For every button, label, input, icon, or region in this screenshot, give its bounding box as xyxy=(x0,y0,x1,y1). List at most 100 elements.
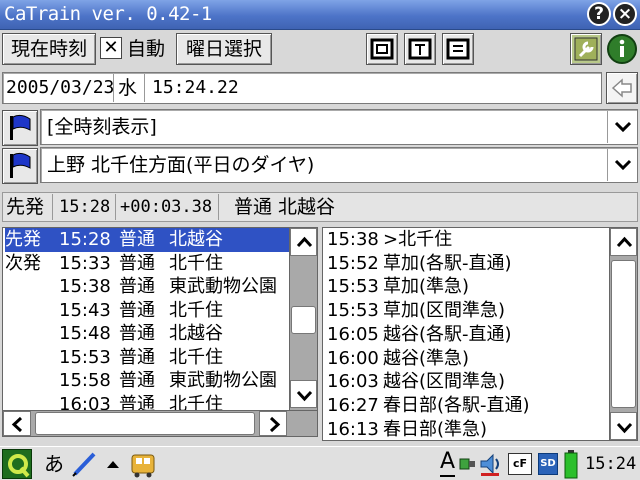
connection-time: 16:05 xyxy=(327,323,379,345)
connection-list[interactable]: 15:38 >北千住 15:52 草加(各駅-直通) 15:53 草加(準急) 15:53 草… xyxy=(322,227,638,441)
divider xyxy=(144,74,145,102)
back-button[interactable] xyxy=(606,72,638,104)
horizontal-scroll-thumb[interactable] xyxy=(35,412,255,435)
route-flag-button[interactable] xyxy=(2,148,38,184)
sd-card-indicator[interactable]: SD xyxy=(538,453,558,475)
current-date: 2005/03/23 xyxy=(6,77,115,98)
chevron-left-icon xyxy=(11,416,23,433)
departure-destination: 北越谷 xyxy=(169,229,223,250)
scroll-up-button[interactable] xyxy=(610,228,637,256)
arrow-left-icon xyxy=(611,78,632,98)
connection-row[interactable]: 15:53 草加(区間準急) xyxy=(325,299,607,323)
flag-icon xyxy=(10,114,31,140)
chevron-down-icon xyxy=(614,121,632,133)
time-filter-select[interactable]: [全時刻表示] xyxy=(40,109,638,145)
status-label: 先発 xyxy=(6,196,45,218)
connection-row[interactable]: 16:13 春日部(準急) xyxy=(325,418,607,440)
divider xyxy=(113,74,114,102)
scroll-down-button[interactable] xyxy=(610,412,637,440)
connection-vertical-scrollbar[interactable] xyxy=(609,228,637,440)
connection-destination: 春日部(準急) xyxy=(383,418,488,440)
chevron-up-icon xyxy=(296,236,313,248)
time-filter-flag-button[interactable] xyxy=(2,110,38,146)
route-dropdown-button[interactable] xyxy=(607,149,637,181)
connection-row[interactable]: 15:52 草加(各駅-直通) xyxy=(325,252,607,276)
input-mode-indicator[interactable]: あ xyxy=(44,452,64,476)
departure-row[interactable]: 15:38 普通 東武動物公園 xyxy=(5,275,289,299)
battery-icon[interactable] xyxy=(564,449,578,479)
layout-single-button[interactable] xyxy=(366,33,398,65)
connection-row[interactable]: 16:03 越谷(区間準急) xyxy=(325,370,607,394)
connection-row[interactable]: 16:27 春日部(各駅-直通) xyxy=(325,394,607,418)
font-indicator[interactable]: A xyxy=(440,449,456,477)
network-icon[interactable] xyxy=(458,453,478,475)
pen-icon[interactable] xyxy=(70,451,98,477)
chevron-down-icon xyxy=(614,159,632,171)
layout-split-horizontal-button[interactable] xyxy=(442,33,474,65)
layout-split-vertical-button[interactable] xyxy=(404,33,436,65)
departure-vertical-scrollbar[interactable] xyxy=(289,228,317,410)
auto-label: 自動 xyxy=(127,38,166,60)
departure-horizontal-scrollbar[interactable] xyxy=(3,410,317,436)
departure-time: 15:53 xyxy=(59,346,111,368)
connection-row[interactable]: 16:05 越谷(各駅-直通) xyxy=(325,323,607,347)
time-filter-value: [全時刻表示] xyxy=(47,116,157,138)
scroll-thumb[interactable] xyxy=(611,260,636,408)
layout-single-icon xyxy=(370,38,394,60)
chevron-down-icon xyxy=(616,422,633,434)
departure-type: 普通 xyxy=(119,299,155,321)
speaker-icon[interactable] xyxy=(478,451,504,477)
scroll-right-button[interactable] xyxy=(259,411,287,436)
scroll-left-button[interactable] xyxy=(3,411,31,436)
layout-split-horizontal-icon xyxy=(446,38,470,60)
info-button[interactable] xyxy=(606,33,638,65)
departure-time: 15:38 xyxy=(59,276,111,297)
departure-row[interactable]: 15:48 普通 北越谷 xyxy=(5,322,289,346)
time-filter-dropdown-button[interactable] xyxy=(607,111,637,143)
help-button[interactable]: ? xyxy=(587,2,611,26)
status-train: 普通 北越谷 xyxy=(234,196,336,218)
close-button[interactable]: × xyxy=(613,2,637,26)
departure-time: 15:48 xyxy=(59,323,111,344)
train-app-icon[interactable] xyxy=(128,449,158,479)
connection-time: 15:38 xyxy=(327,229,379,250)
departure-label: 次発 xyxy=(5,252,41,274)
status-countdown: +00:03.38 xyxy=(120,197,213,217)
connection-row[interactable]: 15:38 >北千住 xyxy=(325,228,607,252)
departure-type: 普通 xyxy=(119,276,155,297)
connection-row[interactable]: 15:53 草加(準急) xyxy=(325,275,607,299)
now-button[interactable]: 現在時刻 xyxy=(2,33,96,65)
departure-row[interactable]: 15:58 普通 東武動物公園 xyxy=(5,369,289,393)
status-time: 15:28 xyxy=(59,197,111,217)
auto-checkbox[interactable]: ✕ xyxy=(100,37,122,59)
triangle-up-icon[interactable] xyxy=(106,459,120,469)
departure-type: 普通 xyxy=(119,229,155,250)
divider xyxy=(115,194,116,220)
route-select[interactable]: 上野 北千住方面(平日のダイヤ) xyxy=(40,147,638,183)
app-title: CaTrain ver. 0.42-1 xyxy=(4,3,212,25)
weekday-select-button[interactable]: 曜日選択 xyxy=(176,33,272,65)
q-logo-icon xyxy=(8,454,30,478)
connection-time: 15:53 xyxy=(327,300,379,322)
route-value: 上野 北千住方面(平日のダイヤ) xyxy=(47,154,315,176)
cf-card-indicator[interactable]: cF xyxy=(508,453,532,475)
departure-row[interactable]: 次発 15:33 普通 北千住 xyxy=(5,252,289,276)
departure-row[interactable]: 先発 15:28 普通 北越谷 xyxy=(5,228,289,252)
scroll-up-button[interactable] xyxy=(290,228,317,256)
connection-time: 16:03 xyxy=(327,371,379,393)
departure-time: 15:43 xyxy=(59,299,111,321)
departure-time: 15:33 xyxy=(59,252,111,274)
departure-destination: 東武動物公園 xyxy=(169,370,277,391)
settings-tool-button[interactable] xyxy=(570,33,602,65)
scroll-thumb[interactable] xyxy=(291,306,316,334)
start-menu-button[interactable] xyxy=(2,449,32,479)
departure-list[interactable]: 先発 15:28 普通 北越谷 次発 15:33 普通 北千住 15:38 普通 東武動物公園 15:… xyxy=(2,227,318,437)
connection-row[interactable]: 16:00 越谷(準急) xyxy=(325,347,607,371)
departure-row[interactable]: 15:43 普通 北千住 xyxy=(5,299,289,323)
connection-destination: 草加(準急) xyxy=(383,276,470,298)
scroll-down-button[interactable] xyxy=(290,380,317,408)
departure-destination: 東武動物公園 xyxy=(169,276,277,297)
departure-row[interactable]: 15:53 普通 北千住 xyxy=(5,346,289,370)
current-time: 15:24.22 xyxy=(152,77,239,98)
connection-destination: 草加(区間準急) xyxy=(383,300,506,322)
